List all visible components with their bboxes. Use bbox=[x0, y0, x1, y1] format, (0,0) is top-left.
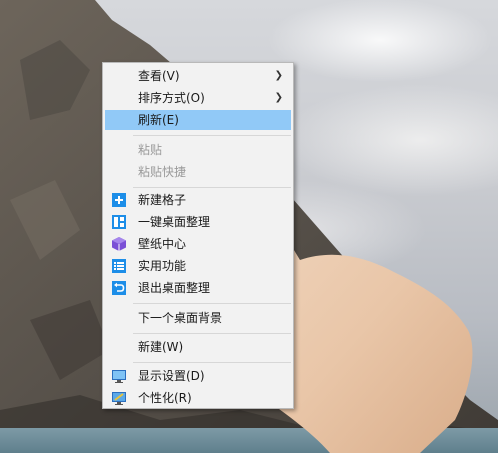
menu-item-wallpaper-center[interactable]: 壁纸中心 bbox=[105, 234, 291, 254]
menu-item-label: 个性化(R) bbox=[138, 391, 192, 405]
menu-item-label: 下一个桌面背景 bbox=[138, 311, 223, 325]
list-icon bbox=[112, 259, 126, 273]
menu-item-one-click-organize[interactable]: 一键桌面整理 bbox=[105, 212, 291, 232]
cube-icon bbox=[112, 237, 126, 251]
menu-item-view[interactable]: 查看(V) ❯ bbox=[105, 66, 291, 86]
menu-item-next-background[interactable]: 下一个桌面背景 bbox=[105, 308, 291, 328]
menu-item-label: 粘贴快捷 bbox=[138, 165, 187, 179]
menu-separator bbox=[133, 303, 291, 304]
menu-item-display-settings[interactable]: 显示设置(D) bbox=[105, 366, 291, 386]
menu-item-label: 显示设置(D) bbox=[138, 369, 205, 383]
menu-item-label: 壁纸中心 bbox=[138, 237, 187, 251]
menu-separator bbox=[133, 187, 291, 188]
menu-item-label: 排序方式(O) bbox=[138, 91, 205, 105]
chevron-right-icon: ❯ bbox=[274, 70, 283, 81]
menu-separator bbox=[133, 135, 291, 136]
layout-grid-icon bbox=[112, 215, 126, 229]
menu-item-new[interactable]: 新建(W) bbox=[105, 337, 291, 357]
plus-square-icon bbox=[112, 193, 126, 207]
menu-separator bbox=[133, 362, 291, 363]
menu-item-exit-organize[interactable]: 退出桌面整理 bbox=[105, 278, 291, 298]
menu-item-new-grid[interactable]: 新建格子 bbox=[105, 190, 291, 210]
display-icon bbox=[112, 370, 126, 383]
menu-item-label: 查看(V) bbox=[138, 69, 180, 83]
menu-item-label: 新建格子 bbox=[138, 193, 187, 207]
personalize-icon bbox=[112, 392, 126, 405]
exit-arrow-icon bbox=[112, 281, 126, 295]
menu-item-label: 新建(W) bbox=[138, 340, 184, 354]
menu-item-paste[interactable]: 粘贴 bbox=[105, 140, 291, 160]
menu-item-personalize[interactable]: 个性化(R) bbox=[105, 388, 291, 408]
menu-item-utilities[interactable]: 实用功能 bbox=[105, 256, 291, 276]
menu-item-label: 粘贴 bbox=[138, 143, 163, 157]
menu-item-label: 一键桌面整理 bbox=[138, 215, 211, 229]
desktop-context-menu: 查看(V) ❯ 排序方式(O) ❯ 刷新(E) 粘贴 粘贴快捷 新建格子 一键桌… bbox=[102, 62, 294, 409]
menu-item-paste-shortcut[interactable]: 粘贴快捷 bbox=[105, 162, 291, 182]
menu-item-label: 刷新(E) bbox=[138, 113, 179, 127]
menu-item-refresh[interactable]: 刷新(E) bbox=[105, 110, 291, 130]
menu-item-label: 退出桌面整理 bbox=[138, 281, 211, 295]
menu-separator bbox=[133, 333, 291, 334]
menu-item-sort-by[interactable]: 排序方式(O) ❯ bbox=[105, 88, 291, 108]
chevron-right-icon: ❯ bbox=[274, 92, 283, 103]
menu-item-label: 实用功能 bbox=[138, 259, 187, 273]
